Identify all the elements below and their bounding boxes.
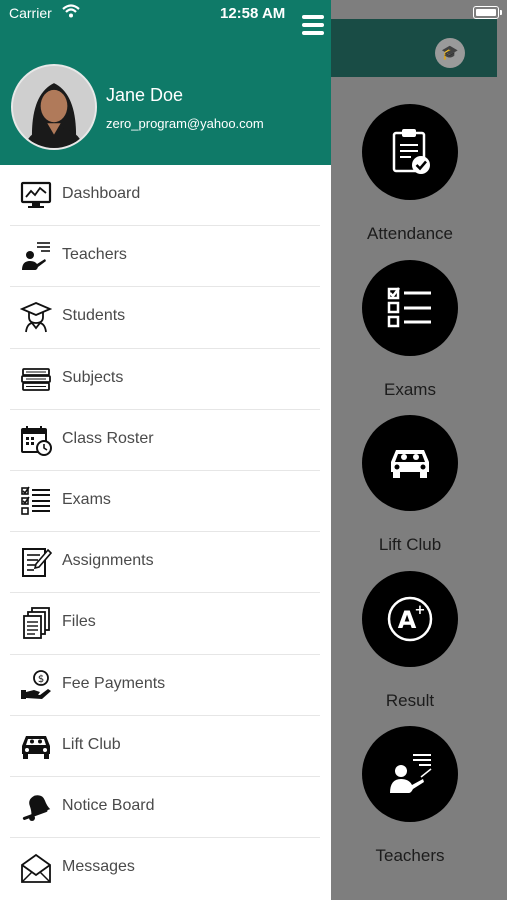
clipboard-check-icon	[392, 129, 430, 174]
user-name: Jane Doe	[106, 85, 184, 105]
menu-item-label: Lift Club	[62, 735, 121, 753]
tile-teachers[interactable]: Teachers	[362, 726, 458, 866]
carrier-label: Carrier	[9, 5, 52, 21]
teacher-icon	[22, 242, 50, 271]
user-email: zero_program@yahoo.com	[106, 116, 264, 131]
menu-item-label: Assignments	[62, 552, 154, 570]
grade-icon: A +	[387, 596, 433, 642]
checklist-icon	[21, 486, 50, 515]
menu-item-label: Notice Board	[62, 796, 155, 814]
tile-label: Result	[385, 691, 435, 710]
battery-icon	[473, 6, 502, 19]
menu-item-label: Fee Payments	[62, 674, 166, 692]
menu-item-exams[interactable]: Exams	[10, 471, 320, 533]
menu-item-dashboard[interactable]: Dashboard	[10, 165, 320, 227]
menu-item-students[interactable]: Students	[10, 287, 320, 349]
menu-item-fee-payments[interactable]: $ Fee Payments	[10, 655, 320, 716]
payment-icon: $	[21, 669, 51, 699]
svg-text:+: +	[415, 603, 426, 618]
car-icon	[22, 735, 50, 759]
wifi-icon	[62, 4, 80, 18]
menu-item-label: Exams	[62, 490, 111, 508]
bell-icon	[22, 795, 51, 821]
books-icon	[21, 367, 51, 391]
menu-item-label: Teachers	[62, 246, 127, 264]
envelope-icon	[21, 853, 51, 883]
student-icon	[20, 302, 52, 333]
menu-item-messages[interactable]: Messages	[10, 838, 320, 899]
menu-item-teachers[interactable]: Teachers	[10, 226, 320, 288]
menu-item-label: Dashboard	[62, 185, 141, 202]
clock: 12:58 AM	[220, 5, 286, 22]
menu-item-label: Class Roster	[62, 429, 154, 447]
tile-label: Teachers	[375, 846, 445, 865]
menu-item-notice-board[interactable]: Notice Board	[10, 777, 320, 839]
menu-item-class-roster[interactable]: Class Roster	[10, 410, 320, 471]
dashboard-icon	[20, 181, 52, 208]
tile-label: Lift Club	[378, 535, 442, 554]
tile-label: Attendance	[366, 224, 453, 243]
teacher-icon	[390, 754, 432, 793]
assignment-icon	[22, 548, 52, 578]
tile-exams[interactable]: Exams	[362, 260, 458, 400]
menu-item-label: Messages	[62, 858, 135, 876]
menu-item-files[interactable]: Files	[10, 593, 320, 655]
tile-lift-club[interactable]: Lift Club	[362, 415, 458, 555]
menu-item-label: Subjects	[62, 368, 124, 386]
status-bar: Carrier 12:58 AM	[0, 0, 507, 28]
graduation-cap-icon[interactable]: 🎓	[435, 38, 465, 68]
calendar-clock-icon	[21, 425, 52, 456]
checklist-icon	[387, 287, 431, 328]
menu-item-label: Files	[62, 613, 96, 631]
menu-item-lift-club[interactable]: Lift Club	[10, 716, 320, 777]
svg-text:$: $	[38, 674, 44, 685]
menu-item-subjects[interactable]: Subjects	[10, 349, 320, 410]
tile-result[interactable]: A + Result	[362, 571, 458, 711]
tile-label: Exams	[384, 380, 436, 399]
car-icon	[391, 450, 429, 478]
drawer-menu: Dashboard Teachers Students Subjects Cla…	[10, 165, 320, 899]
tile-attendance[interactable]: Attendance	[362, 104, 458, 244]
menu-item-label: Students	[62, 307, 126, 325]
avatar[interactable]	[11, 64, 97, 150]
navigation-drawer: Jane Doe zero_program@yahoo.com Dashboar…	[0, 0, 331, 900]
files-icon	[23, 607, 50, 640]
menu-item-assignments[interactable]: Assignments	[10, 532, 320, 594]
